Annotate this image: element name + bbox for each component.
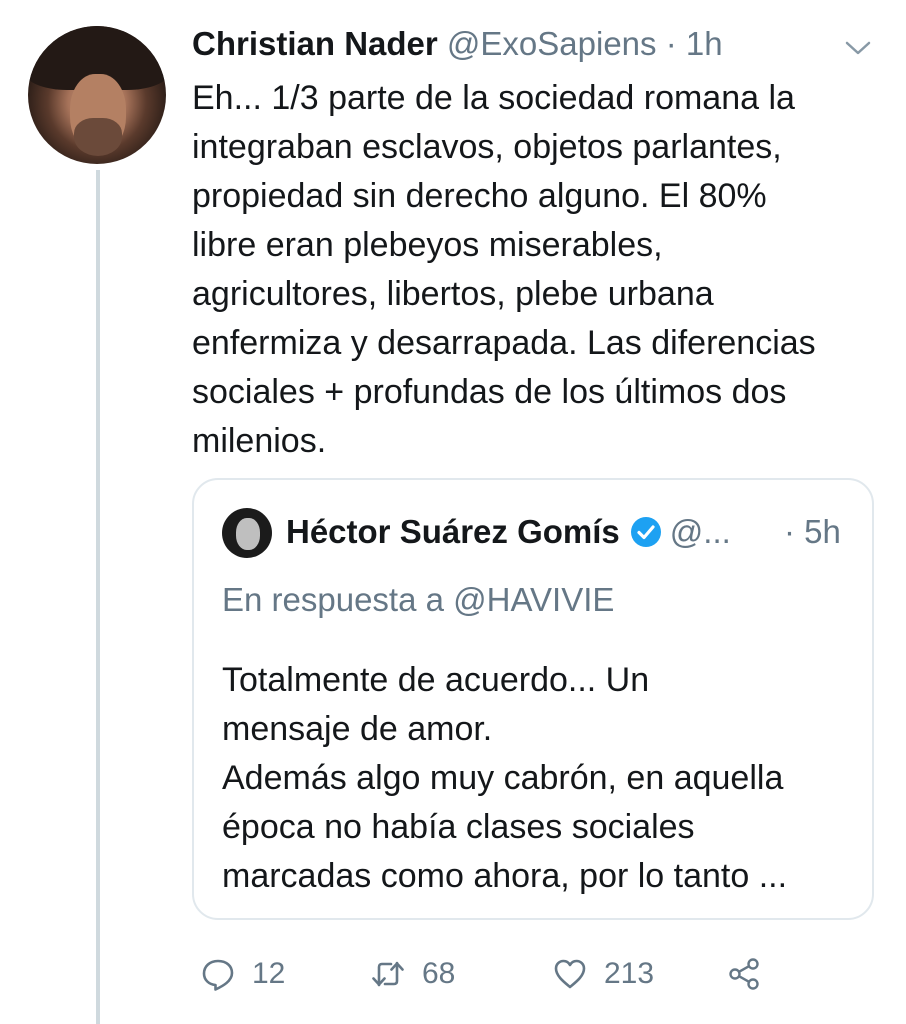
- share-button[interactable]: [726, 950, 762, 998]
- quoted-time: · 5h: [784, 513, 841, 550]
- tweet-line: integraban esclavos, objetos parlantes,: [192, 128, 782, 166]
- quoted-author-handle: @...: [669, 513, 731, 550]
- like-count: 213: [604, 957, 655, 990]
- tweet-line: libre eran plebeyos miserables,: [192, 226, 663, 264]
- thread-line: [96, 170, 100, 1024]
- tweet-line: enfermiza y desarrapada. Las diferencias: [192, 324, 816, 362]
- quoted-line: marcadas como ahora, por lo tanto ...: [222, 857, 788, 895]
- retweet-count: 68: [422, 957, 456, 990]
- author-handle[interactable]: @ExoSapiens: [447, 25, 657, 62]
- header-separator: ·: [665, 25, 677, 62]
- quoted-author-avatar: [222, 508, 272, 558]
- tweet-time[interactable]: 1h: [686, 25, 723, 62]
- share-icon: [729, 958, 759, 990]
- author-name[interactable]: Christian Nader: [192, 25, 438, 62]
- chevron-down-icon[interactable]: [844, 38, 872, 58]
- quoted-line: mensaje de amor.: [222, 710, 493, 748]
- tweet-line: milenios.: [192, 422, 327, 460]
- tweet-line: Eh... 1/3 parte de la sociedad romana la: [192, 79, 795, 117]
- reply-count: 12: [252, 957, 286, 990]
- tweet-header: Christian Nader @ExoSapiens · 1h: [192, 24, 723, 64]
- verified-badge-icon: [630, 517, 661, 547]
- quoted-line: Además algo muy cabrón, en aquella: [222, 759, 784, 797]
- tweet-line: sociales + profundas de los últimos dos: [192, 373, 787, 411]
- quoted-avatar-face: [236, 518, 260, 550]
- quoted-header: Héctor Suárez Gomís @...: [286, 510, 731, 554]
- retweet-button[interactable]: 68: [370, 950, 455, 998]
- tweet-actions: 12 68 213: [192, 950, 882, 998]
- author-avatar[interactable]: [28, 26, 166, 164]
- quoted-line: época no había clases sociales: [222, 808, 695, 846]
- quoted-reply-to: En respuesta a @HAVIVIE: [222, 581, 615, 618]
- quoted-text: Totalmente de acuerdo... Un mensaje de a…: [222, 656, 787, 901]
- avatar-beard: [74, 118, 122, 156]
- like-button[interactable]: 213: [552, 950, 654, 998]
- reply-button[interactable]: 12: [200, 950, 285, 998]
- tweet-text: Eh... 1/3 parte de la sociedad romana la…: [192, 74, 892, 466]
- tweet-line: agricultores, libertos, plebe urbana: [192, 275, 714, 313]
- quoted-author-name: Héctor Suárez Gomís: [286, 513, 620, 550]
- retweet-icon: [372, 961, 404, 987]
- tweet-line: propiedad sin derecho alguno. El 80%: [192, 177, 767, 215]
- reply-icon: [202, 959, 234, 991]
- quoted-line: Totalmente de acuerdo... Un: [222, 661, 650, 699]
- like-icon: [554, 959, 586, 989]
